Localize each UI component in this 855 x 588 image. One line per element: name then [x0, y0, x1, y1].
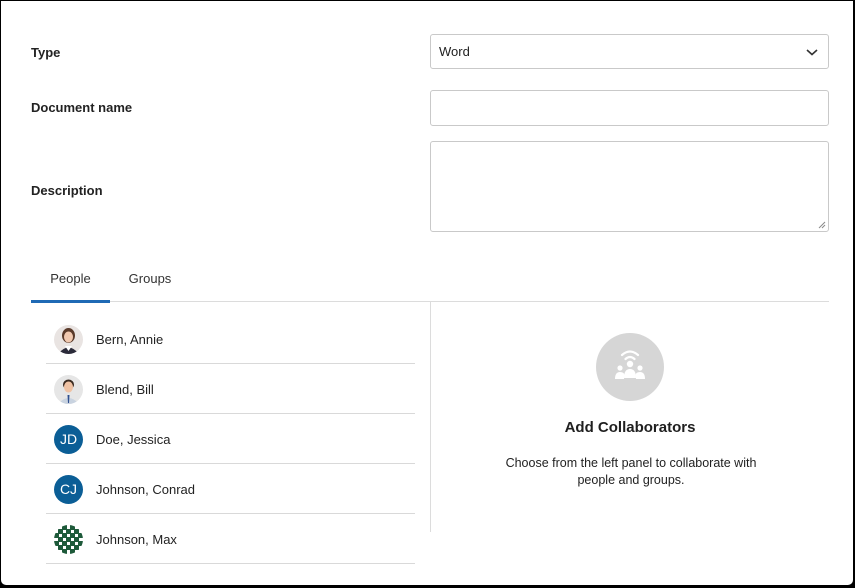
- add-collaborators-panel: Add Collaborators Choose from the left p…: [431, 302, 829, 532]
- avatar-pattern: [54, 525, 83, 554]
- avatar: [54, 325, 83, 354]
- list-item-person[interactable]: CJ Johnson, Conrad: [46, 464, 415, 514]
- panel-title: Add Collaborators: [564, 419, 696, 436]
- document-name-label: Document name: [31, 100, 133, 115]
- avatar: [54, 375, 83, 404]
- list-item-person[interactable]: Johnson, Max: [46, 514, 415, 564]
- description-label: Description: [31, 183, 103, 198]
- tab-people[interactable]: People: [31, 259, 110, 303]
- list-item-person[interactable]: JD Doe, Jessica: [46, 414, 415, 464]
- document-name-row: Document name: [31, 90, 829, 126]
- person-name: Blend, Bill: [96, 382, 154, 397]
- tab-groups[interactable]: Groups: [120, 259, 180, 302]
- dialog: Type Word Document name Description Peop…: [1, 1, 853, 585]
- description-textarea[interactable]: [430, 141, 829, 232]
- people-list: Bern, Annie Blend, Bill JD Doe, Jessica …: [46, 314, 415, 564]
- chevron-down-icon: [806, 49, 818, 56]
- type-select[interactable]: Word: [430, 34, 829, 69]
- person-name: Johnson, Max: [96, 532, 177, 547]
- document-name-input[interactable]: [430, 90, 829, 126]
- panel-description: Choose from the left panel to collaborat…: [505, 456, 757, 487]
- description-row: Description: [31, 141, 829, 232]
- avatar-initials: JD: [54, 425, 83, 454]
- person-name: Johnson, Conrad: [96, 482, 196, 497]
- person-name: Doe, Jessica: [96, 432, 171, 447]
- avatar-initials: CJ: [54, 475, 83, 504]
- type-label: Type: [31, 45, 61, 60]
- list-item-person[interactable]: Bern, Annie: [46, 314, 415, 364]
- person-name: Bern, Annie: [96, 332, 164, 347]
- type-select-value: Word: [439, 44, 470, 59]
- list-item-person[interactable]: Blend, Bill: [46, 364, 415, 414]
- collaborator-tabs: People Groups: [31, 259, 829, 303]
- resize-grip-icon[interactable]: [818, 221, 826, 229]
- type-row: Type Word: [31, 34, 829, 70]
- collaborators-icon: [596, 333, 664, 401]
